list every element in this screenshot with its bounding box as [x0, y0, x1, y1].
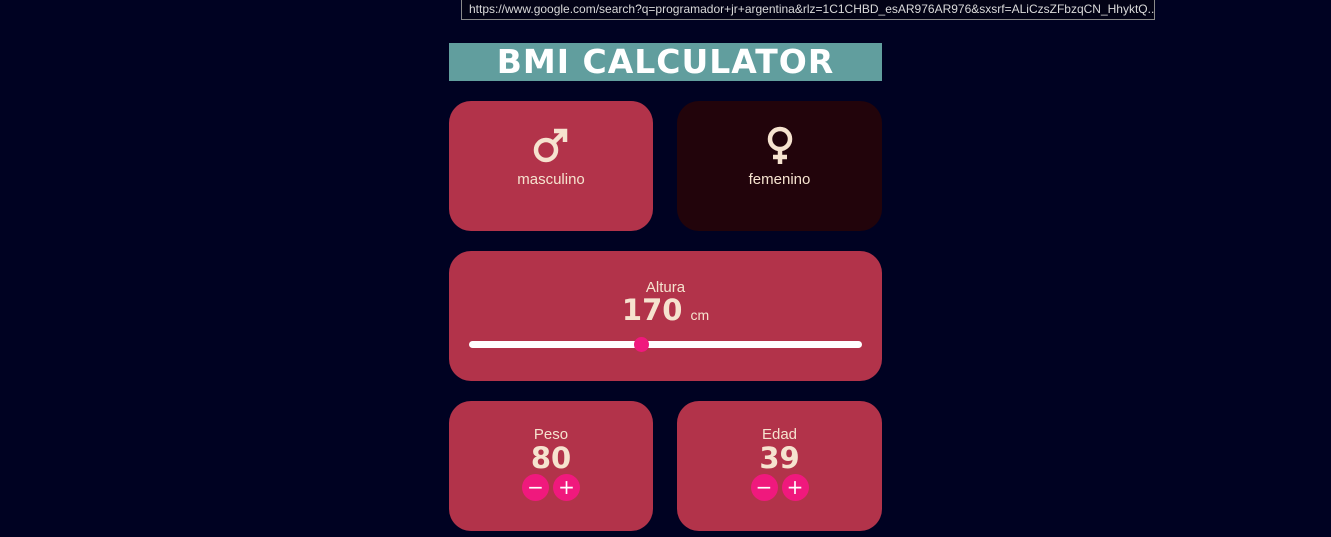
male-icon — [533, 128, 568, 163]
weight-decrement-button[interactable]: − — [522, 474, 549, 501]
height-slider-thumb[interactable] — [633, 337, 649, 352]
age-decrement-button[interactable]: − — [750, 474, 778, 501]
male-label: masculino — [517, 171, 585, 188]
weight-increment-button[interactable]: + — [553, 474, 580, 501]
height-readout: 170 cm — [449, 293, 882, 327]
female-label: femenino — [748, 171, 811, 188]
app-title: BMI CALCULATOR — [449, 43, 882, 81]
height-slider[interactable] — [469, 337, 862, 352]
height-value: 170 — [621, 293, 683, 327]
weight-controls: − + — [449, 474, 653, 501]
age-value: 39 — [759, 441, 800, 475]
gender-card-male[interactable]: masculino — [449, 101, 653, 231]
gender-card-female[interactable]: femenino — [677, 101, 882, 231]
weight-value: 80 — [530, 441, 572, 475]
height-unit: cm — [690, 307, 710, 323]
female-icon — [767, 126, 792, 164]
age-card: Edad 39 − + — [677, 401, 882, 531]
height-card: Altura 170 cm — [449, 251, 882, 381]
age-controls: − + — [677, 474, 882, 501]
weight-card: Peso 80 − + — [449, 401, 653, 531]
url-status-tooltip: https://www.google.com/search?q=programa… — [461, 0, 1155, 20]
age-increment-button[interactable]: + — [781, 474, 809, 501]
